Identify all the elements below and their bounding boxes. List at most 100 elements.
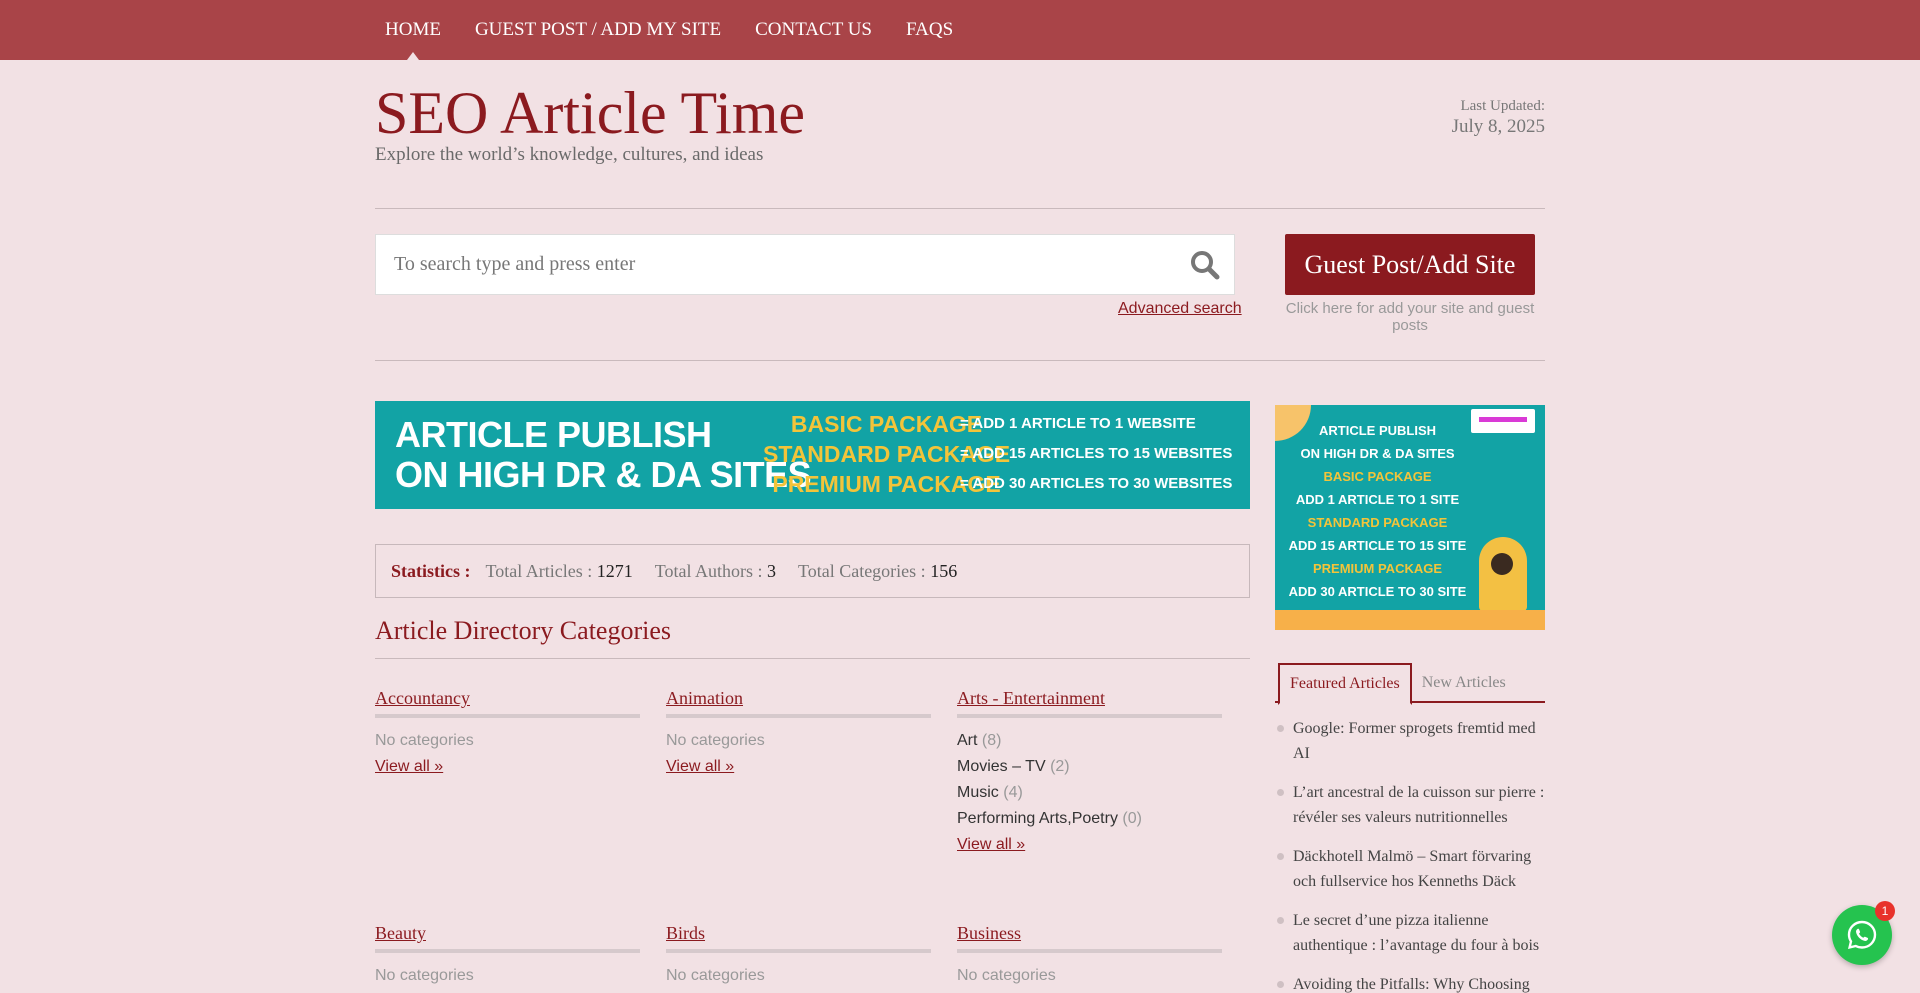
- side-banner-value-premium: ADD 30 ARTICLE TO 30 SITE: [1288, 584, 1467, 599]
- side-banner-strip: [1275, 610, 1545, 630]
- subcategory-count: (8): [981, 732, 1002, 749]
- category-list: No categories: [666, 728, 931, 754]
- search-divider: [375, 360, 1545, 361]
- subcategory-name[interactable]: Music: [957, 784, 999, 801]
- list-item[interactable]: Art (8): [957, 728, 1222, 754]
- guest-post-button[interactable]: Guest Post/Add Site: [1285, 234, 1535, 295]
- guest-post-note: Click here for add your site and guest p…: [1285, 300, 1535, 334]
- advanced-search-link[interactable]: Advanced search: [1118, 300, 1242, 318]
- side-banner-value-basic: ADD 1 ARTICLE TO 1 SITE: [1295, 492, 1460, 507]
- site-title[interactable]: SEO Article Time: [375, 78, 805, 148]
- nav-link-contact[interactable]: CONTACT US: [755, 19, 872, 41]
- subcategory-count: (0): [1122, 810, 1142, 827]
- side-banner-package-basic: BASIC PACKAGE: [1323, 469, 1432, 484]
- subcategory-count: (2): [1050, 758, 1070, 775]
- no-categories-text: No categories: [957, 967, 1056, 984]
- stat-authors-value: 3: [766, 560, 776, 581]
- list-item[interactable]: Avoiding the Pitfalls: Why Choosing: [1275, 972, 1545, 993]
- banner-package-values: = ADD 1 ARTICLE TO 1 WEBSITE = ADD 15 AR…: [960, 409, 1232, 499]
- side-banner-text: ARTICLE PUBLISH ON HIGH DR & DA SITES BA…: [1275, 419, 1480, 603]
- side-banner-package-standard: STANDARD PACKAGE: [1307, 515, 1448, 530]
- stat-total-categories: Total Categories : 156: [798, 561, 957, 582]
- stat-total-articles: Total Articles : 1271: [486, 561, 633, 582]
- no-categories-text: No categories: [375, 732, 474, 749]
- notification-badge: 1: [1875, 901, 1895, 921]
- tab-new-articles[interactable]: New Articles: [1412, 663, 1516, 703]
- last-updated-date: July 8, 2025: [1451, 116, 1545, 137]
- no-categories-text: No categories: [666, 732, 765, 749]
- list-item[interactable]: Däckhotell Malmö – Smart förvaring och f…: [1275, 844, 1545, 894]
- category-birds: Birds No categories: [666, 923, 931, 989]
- subcategory-name[interactable]: Art: [957, 732, 977, 749]
- subcategory-name[interactable]: Movies – TV: [957, 758, 1046, 775]
- banner-line-2: ON HIGH DR & DA SITES: [395, 454, 812, 495]
- subcategory-name[interactable]: Performing Arts,Poetry: [957, 810, 1118, 827]
- statistics-bar: Statistics : Total Articles : 1271 Total…: [375, 544, 1250, 598]
- nav-item-guest-post[interactable]: GUEST POST / ADD MY SITE: [465, 0, 731, 60]
- header-divider: [375, 208, 1545, 209]
- nav-link-faqs[interactable]: FAQS: [906, 19, 953, 41]
- side-banner-line-2: ON HIGH DR & DA SITES: [1300, 446, 1455, 461]
- search-input[interactable]: [376, 235, 1156, 294]
- top-navigation: HOME GUEST POST / ADD MY SITE CONTACT US…: [0, 0, 1920, 60]
- banner-line-1: ARTICLE PUBLISH: [395, 414, 712, 455]
- list-item[interactable]: Movies – TV (2): [957, 754, 1222, 780]
- category-title[interactable]: Beauty: [375, 923, 640, 953]
- category-list: Art (8) Movies – TV (2) Music (4) Perfor…: [957, 728, 1222, 832]
- stat-categories-label: Total Categories :: [797, 560, 926, 581]
- list-item[interactable]: L’art ancestral de la cuisson sur pierre…: [1275, 780, 1545, 830]
- banner-value-standard: = ADD 15 ARTICLES TO 15 WEBSITES: [960, 445, 1233, 462]
- last-updated-label: Last Updated:: [1460, 98, 1545, 114]
- no-categories-text: No categories: [666, 967, 765, 984]
- side-banner-value-standard: ADD 15 ARTICLE TO 15 SITE: [1288, 538, 1467, 553]
- side-ad-banner[interactable]: ARTICLE PUBLISH ON HIGH DR & DA SITES BA…: [1275, 405, 1545, 630]
- category-list: No categories: [375, 963, 640, 989]
- view-all-link[interactable]: View all »: [957, 832, 1222, 858]
- category-animation: Animation No categories View all »: [666, 688, 931, 780]
- section-title: Article Directory Categories: [375, 616, 671, 645]
- banner-headline: ARTICLE PUBLISH ON HIGH DR & DA SITES: [395, 414, 812, 495]
- category-title[interactable]: Animation: [666, 688, 931, 718]
- category-arts-entertainment: Arts - Entertainment Art (8) Movies – TV…: [957, 688, 1222, 858]
- article-publish-banner[interactable]: ARTICLE PUBLISH ON HIGH DR & DA SITES BA…: [375, 401, 1250, 509]
- banner-value-premium: = ADD 30 ARTICLES TO 30 WEBSITES: [960, 475, 1233, 492]
- category-accountancy: Accountancy No categories View all »: [375, 688, 640, 780]
- category-title[interactable]: Arts - Entertainment: [957, 688, 1222, 718]
- list-item[interactable]: Performing Arts,Poetry (0): [957, 806, 1222, 832]
- nav-link-home[interactable]: HOME: [385, 19, 441, 41]
- category-list: No categories: [957, 963, 1222, 989]
- category-business: Business No categories: [957, 923, 1222, 989]
- section-divider: [375, 658, 1250, 659]
- category-list: No categories: [666, 963, 931, 989]
- search-box: [375, 234, 1235, 295]
- nav-item-home[interactable]: HOME: [375, 0, 451, 60]
- tab-featured-articles[interactable]: Featured Articles: [1278, 663, 1412, 705]
- nav-link-guest-post[interactable]: GUEST POST / ADD MY SITE: [475, 19, 721, 41]
- stat-articles-label: Total Articles :: [485, 560, 593, 581]
- view-all-link[interactable]: View all »: [375, 754, 640, 780]
- view-all-link[interactable]: View all »: [666, 754, 931, 780]
- subcategory-count: (4): [1003, 784, 1023, 801]
- search-icon[interactable]: [1190, 250, 1220, 280]
- side-banner-package-premium: PREMIUM PACKAGE: [1312, 561, 1443, 576]
- featured-articles-list: Google: Former sprogets fremtid med AI L…: [1275, 716, 1545, 993]
- list-item[interactable]: Google: Former sprogets fremtid med AI: [1275, 716, 1545, 766]
- articles-tabs: Featured Articles New Articles: [1275, 663, 1545, 705]
- list-item[interactable]: Music (4): [957, 780, 1222, 806]
- nav-item-faqs[interactable]: FAQS: [896, 0, 963, 60]
- category-title[interactable]: Accountancy: [375, 688, 640, 718]
- site-tagline: Explore the world’s knowledge, cultures,…: [375, 144, 764, 165]
- list-item[interactable]: Le secret d’une pizza italienne authenti…: [1275, 908, 1545, 958]
- banner-value-basic: = ADD 1 ARTICLE TO 1 WEBSITE: [960, 415, 1196, 432]
- stat-authors-label: Total Authors :: [654, 560, 763, 581]
- category-title[interactable]: Birds: [666, 923, 931, 953]
- nav-item-contact[interactable]: CONTACT US: [745, 0, 882, 60]
- stat-categories-value: 156: [930, 560, 958, 581]
- category-list: No categories: [375, 728, 640, 754]
- no-categories-text: No categories: [375, 967, 474, 984]
- side-banner-line-1: ARTICLE PUBLISH: [1319, 423, 1436, 438]
- statistics-label: Statistics :: [391, 560, 471, 581]
- whatsapp-icon: [1847, 920, 1877, 949]
- last-updated: Last Updated: July 8, 2025: [1452, 98, 1545, 138]
- category-title[interactable]: Business: [957, 923, 1222, 953]
